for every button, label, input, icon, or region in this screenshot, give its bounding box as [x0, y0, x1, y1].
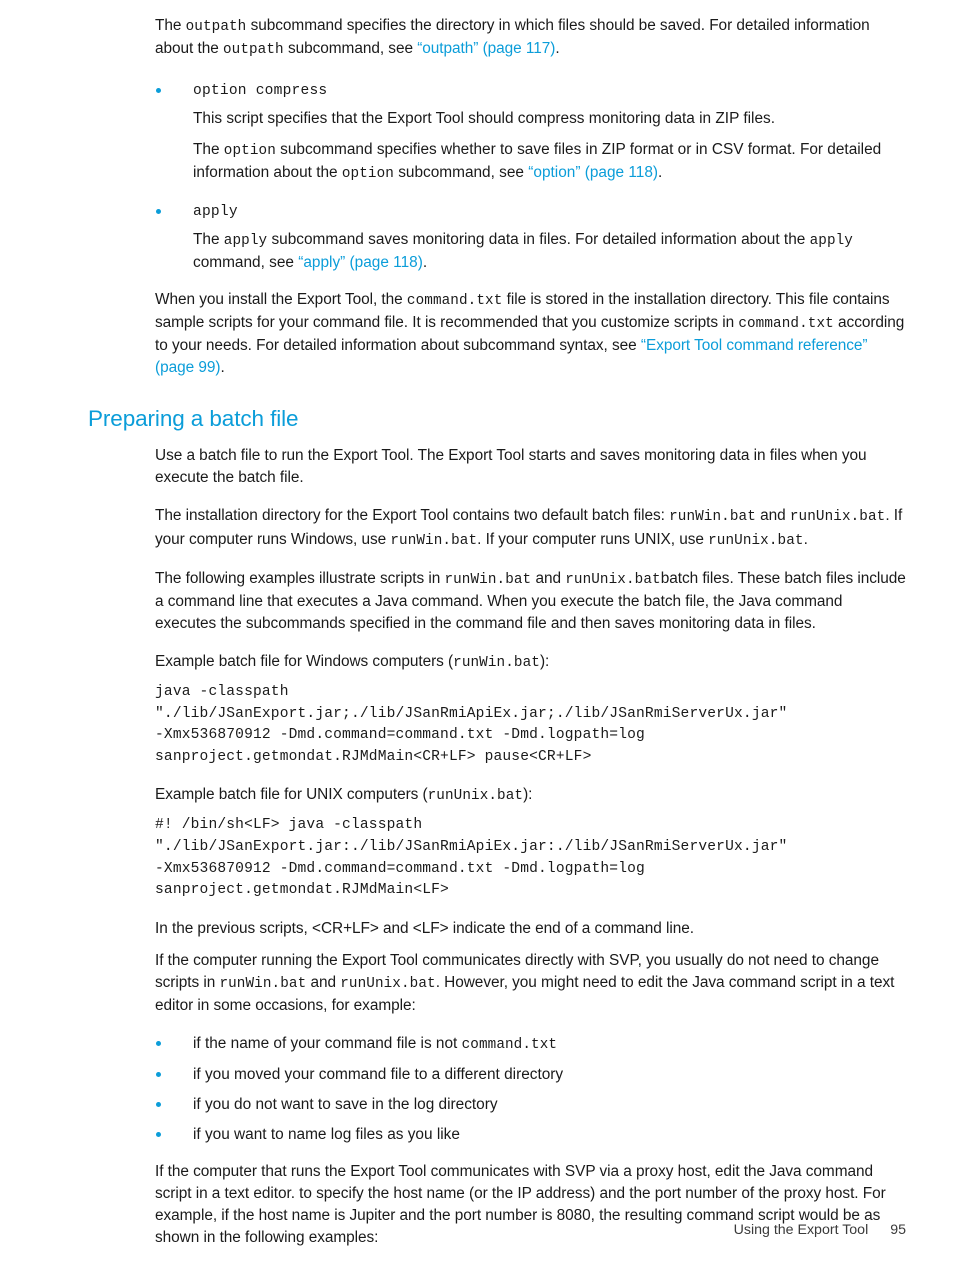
install-code-1: command.txt	[406, 292, 503, 309]
instdir-text-2: and	[755, 507, 790, 525]
instdir-text-1: The installation directory for the Expor…	[155, 507, 670, 525]
apply-text-1: The	[193, 230, 224, 248]
list-item-option-compress: option compress	[0, 80, 954, 102]
edit-reason-text: if the name of your command file is not	[193, 1035, 462, 1053]
option-text-3: subcommand, see	[393, 164, 529, 182]
list-item-edit-reason: if you want to name log files as you lik…	[0, 1124, 954, 1146]
exintro-code-1: runWin.bat	[444, 571, 532, 588]
spacer-after-heading	[0, 434, 954, 445]
unixcap-text-2: ):	[523, 786, 533, 804]
apply-text-2: subcommand saves monitoring data in file…	[267, 230, 810, 248]
windows-example-caption: Example batch file for Windows computers…	[0, 651, 954, 674]
instdir-code-2: runUnix.bat	[789, 509, 886, 526]
instdir-text-4: . If your computer runs UNIX, use	[477, 530, 709, 548]
batch-file-intro-paragraph: Use a batch file to run the Export Tool.…	[155, 447, 867, 487]
exintro-code-2: runUnix.bat	[565, 571, 661, 588]
svp-code-1: runWin.bat	[219, 976, 307, 992]
apply-text-3: command, see	[193, 253, 299, 271]
link-option-page-118[interactable]: “option” (page 118)	[528, 164, 658, 181]
spacer-before-heading	[0, 389, 954, 404]
footer-page-number: 95	[890, 1222, 906, 1238]
option-subcommand-paragraph: The option subcommand specifies whether …	[0, 139, 954, 185]
outpath-code-1: outpath	[185, 19, 247, 35]
outpath-text-4: .	[555, 40, 560, 58]
edit-reason-code: command.txt	[461, 1037, 558, 1054]
option-code-1: option	[223, 143, 276, 160]
install-text-1: When you install the Export Tool, the	[155, 290, 407, 308]
list-item-edit-reason: if you do not want to save in the log di…	[0, 1094, 954, 1116]
list-item-edit-reason: if you moved your command file to a diff…	[0, 1064, 954, 1086]
footer-section-title: Using the Export Tool	[733, 1222, 869, 1238]
apply-text-4: .	[422, 253, 428, 271]
bullet-dot-icon	[156, 208, 161, 214]
option-compress-description: This script specifies that the Export To…	[0, 108, 954, 130]
outpath-text-1: The	[155, 17, 186, 34]
bullet-dot-icon	[156, 1041, 161, 1047]
edit-reason-text: if you do not want to save in the log di…	[193, 1096, 498, 1114]
instdir-text-5: .	[803, 530, 808, 548]
unixcap-text-1: Example batch file for UNIX computers (	[155, 786, 428, 804]
link-outpath-page-117[interactable]: “outpath” (page 117)	[417, 40, 555, 57]
instdir-code-3: runWin.bat	[390, 532, 478, 549]
svp-text-2: and	[306, 974, 341, 991]
outpath-text-3: subcommand, see	[283, 40, 418, 58]
exintro-text-2: and	[531, 569, 566, 587]
top-spacer	[0, 0, 954, 15]
command-txt-paragraph: When you install the Export Tool, the co…	[0, 289, 954, 379]
option-text-4: .	[658, 164, 663, 182]
list-item-label: option compress	[193, 83, 328, 100]
link-apply-page-118[interactable]: “apply” (page 118)	[298, 254, 423, 271]
install-code-2: command.txt	[738, 315, 834, 332]
wincap-code-1: runWin.bat	[453, 654, 540, 671]
bullet-dot-icon	[156, 88, 161, 94]
installation-directory-paragraph: The installation directory for the Expor…	[0, 505, 954, 551]
svp-code-2: runUnix.bat	[340, 976, 436, 992]
bullet-dot-icon	[156, 1102, 161, 1108]
edit-reason-text: if you moved your command file to a diff…	[193, 1066, 564, 1084]
examples-intro-paragraph: The following examples illustrate script…	[0, 568, 954, 635]
spacer-before-bullet-1	[0, 71, 954, 80]
svp-direct-paragraph: If the computer running the Export Tool …	[0, 950, 954, 1017]
unix-batch-code-block: #! /bin/sh<LF> java -classpath "./lib/JS…	[155, 817, 788, 899]
line-ending-note-paragraph: In the previous scripts, <CR+LF> and <LF…	[155, 919, 694, 937]
bullet-dot-icon	[156, 1132, 161, 1138]
apply-code-2: apply	[809, 232, 853, 249]
apply-subcommand-paragraph: The apply subcommand saves monitoring da…	[0, 229, 954, 274]
outpath-paragraph: The outpath subcommand specifies the dir…	[0, 15, 954, 61]
edit-reason-text: if you want to name log files as you lik…	[193, 1126, 460, 1144]
list-item-label: apply	[193, 203, 238, 220]
instdir-code-4: runUnix.bat	[708, 532, 804, 549]
windows-batch-code-block: java -classpath "./lib/JSanExport.jar;./…	[155, 683, 788, 765]
exintro-text-1: The following examples illustrate script…	[155, 569, 445, 587]
option-text-1: The	[193, 141, 224, 159]
unix-example-caption: Example batch file for UNIX computers (r…	[0, 784, 954, 807]
wincap-text-1: Example batch file for Windows computers…	[155, 652, 454, 670]
document-page: The outpath subcommand specifies the dir…	[0, 0, 954, 1271]
page-footer: Using the Export Tool 95	[0, 1222, 954, 1238]
wincap-text-2: ):	[539, 652, 550, 670]
page-content: The outpath subcommand specifies the dir…	[0, 0, 954, 1259]
outpath-code-2: outpath	[222, 42, 284, 59]
option-compress-text: This script specifies that the Export To…	[193, 110, 775, 128]
apply-code-1: apply	[223, 232, 268, 249]
bullet-dot-icon	[156, 1072, 161, 1078]
install-text-4: .	[220, 359, 225, 377]
instdir-code-1: runWin.bat	[669, 509, 756, 526]
page-title: Preparing a batch file	[88, 406, 299, 432]
option-code-2: option	[341, 166, 394, 183]
unixcap-code-1: runUnix.bat	[427, 788, 524, 805]
list-item-apply: apply	[0, 201, 954, 223]
list-item-edit-reason: if the name of your command file is not …	[0, 1033, 954, 1056]
